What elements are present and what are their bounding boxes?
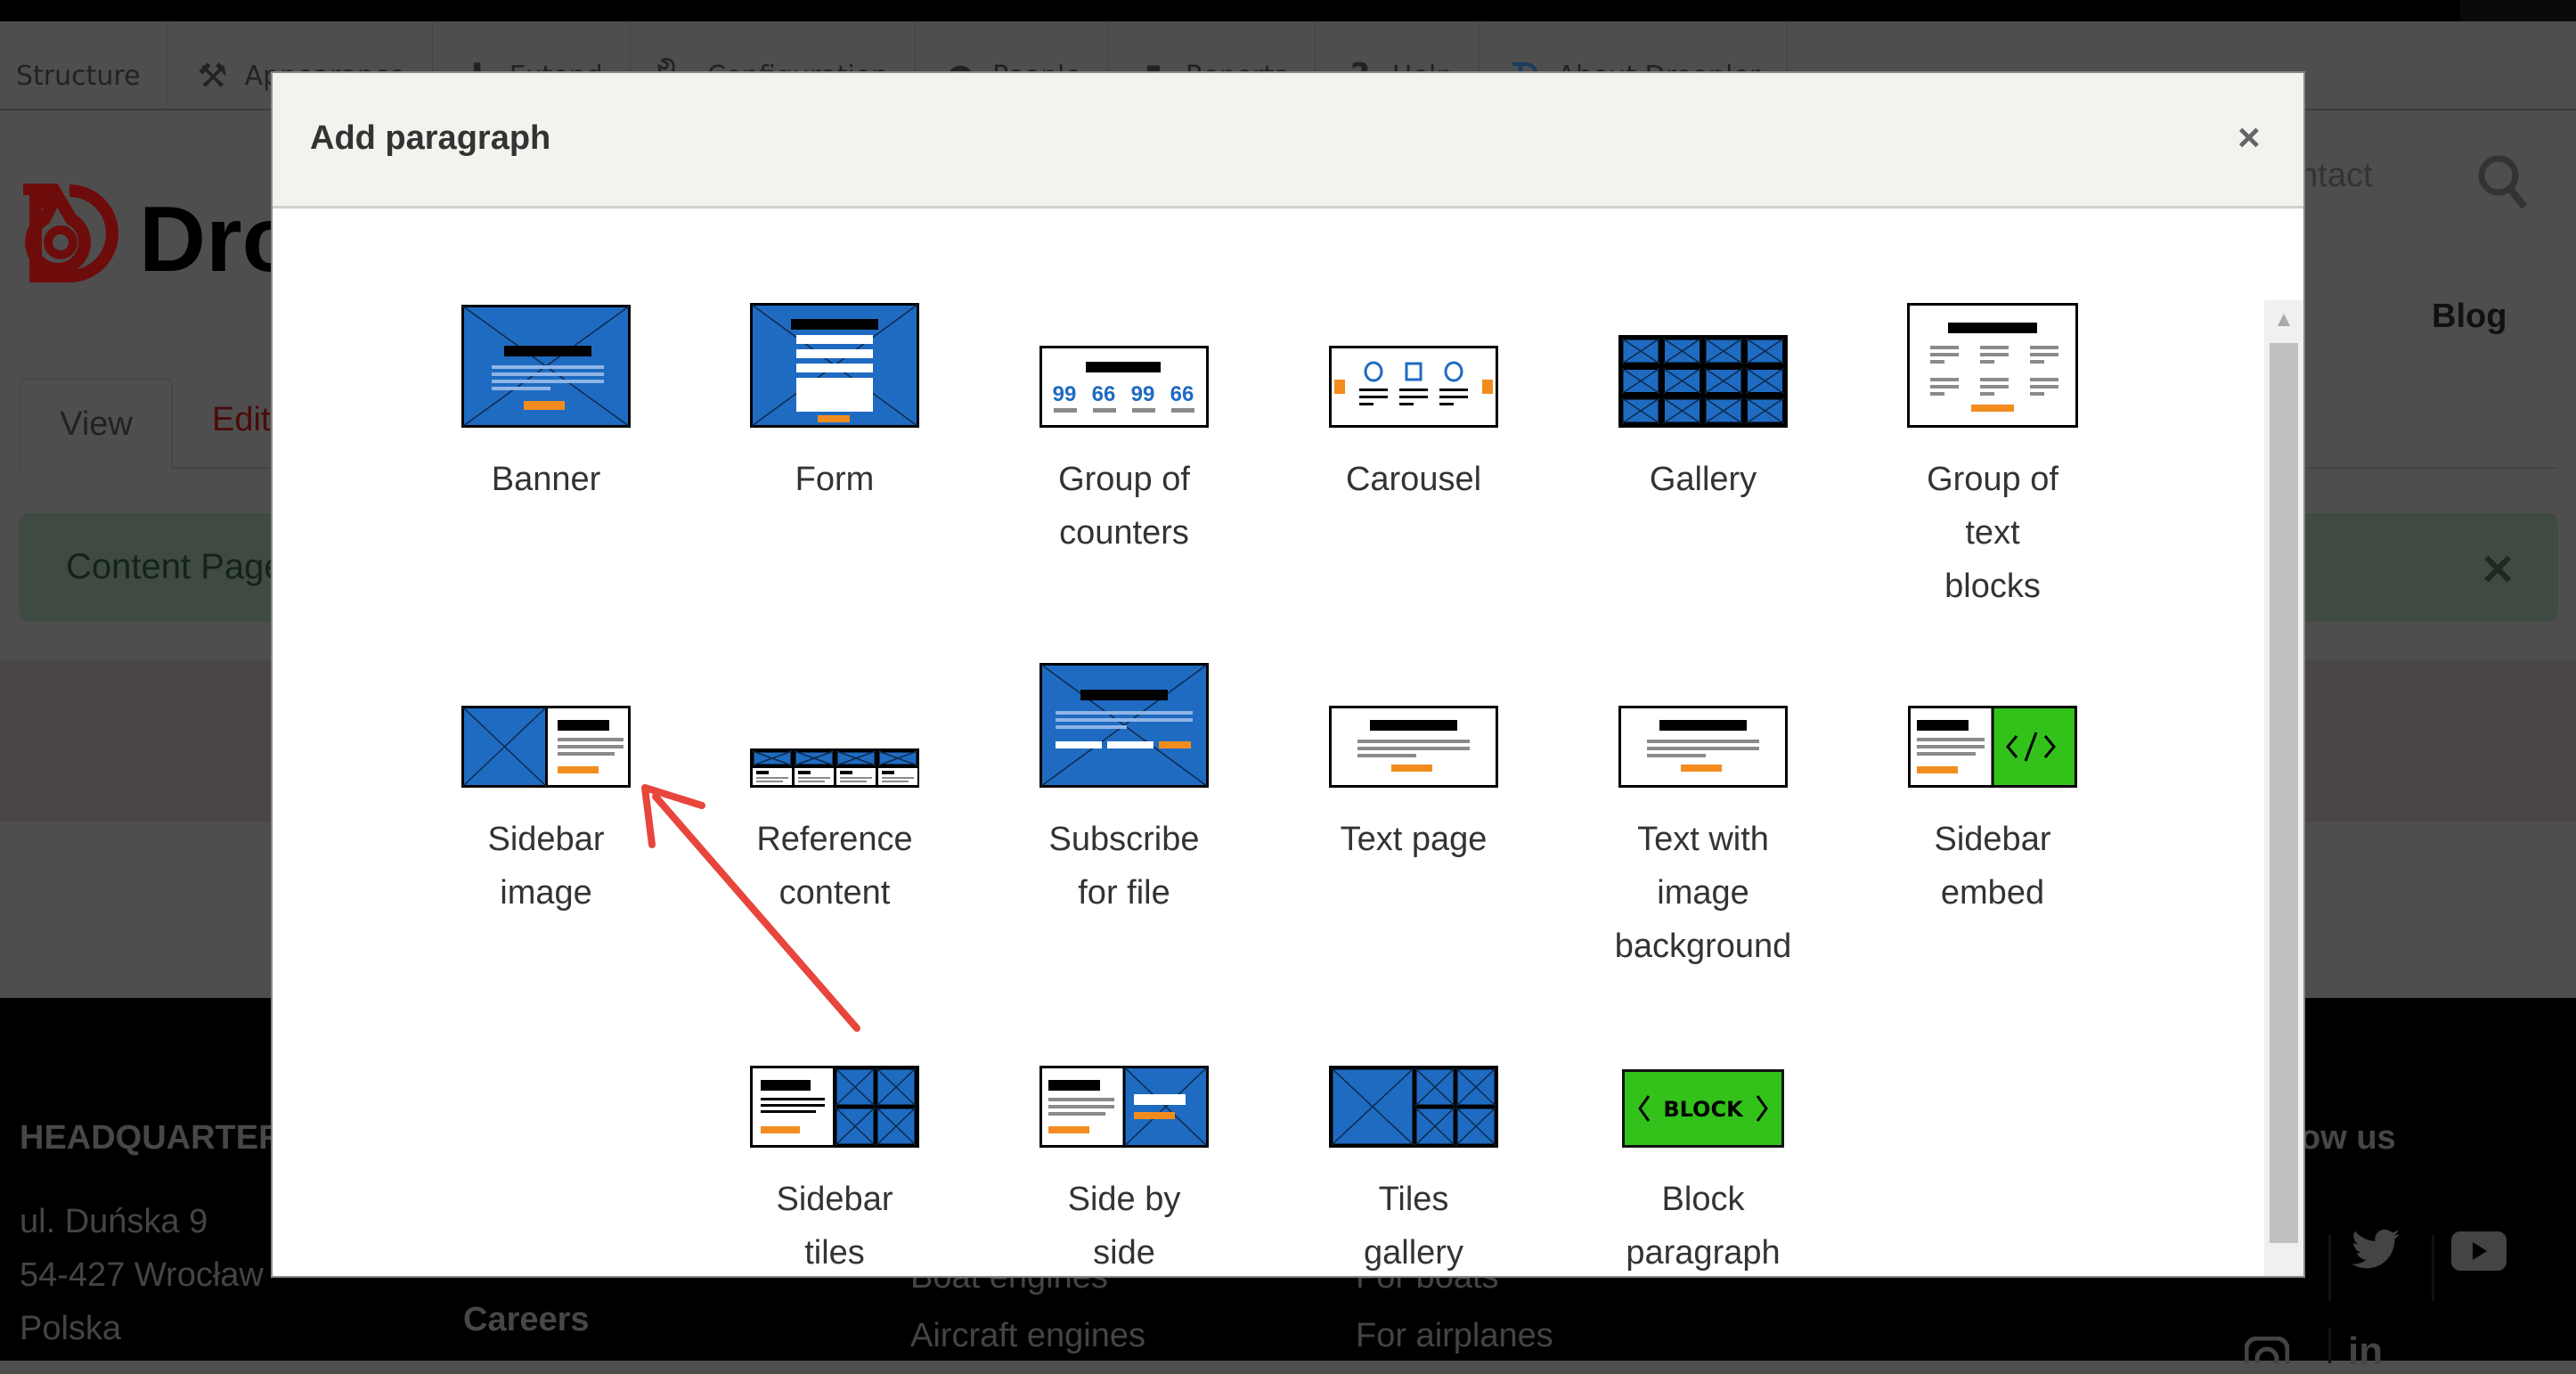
paragraph-type-block[interactable]: BLOCK Block paragraph xyxy=(1596,1069,1810,1276)
svg-text:66: 66 xyxy=(1092,382,1116,406)
paragraph-type-label: Sidebar tiles xyxy=(776,1181,893,1272)
svg-text:99: 99 xyxy=(1053,382,1077,406)
paragraph-type-label: Text page xyxy=(1340,821,1488,858)
textpage-thumbnail-icon xyxy=(1329,706,1498,788)
textbg-thumbnail-icon xyxy=(1618,706,1788,788)
paragraph-type-label: Form xyxy=(795,461,875,498)
tiles-gallery-thumbnail-icon xyxy=(1329,1066,1498,1148)
paragraph-type-gallery[interactable]: Gallery xyxy=(1596,335,1810,633)
paragraph-type-reference[interactable]: Reference content xyxy=(728,748,942,993)
svg-text:BLOCK: BLOCK xyxy=(1663,1097,1744,1122)
paragraph-type-label: Text with image background xyxy=(1614,821,1792,965)
paragraph-type-label: Banner xyxy=(491,461,601,498)
paragraph-type-label: Sidebar image xyxy=(487,821,605,912)
footer-link-aircraft-engines[interactable]: Aircraft engines xyxy=(910,1317,1145,1355)
paragraph-type-sidebar-tiles[interactable]: Sidebar tiles xyxy=(728,1066,942,1276)
block-thumbnail-icon: BLOCK xyxy=(1622,1069,1784,1148)
paragraph-type-banner[interactable]: Banner xyxy=(439,305,653,633)
svg-text:66: 66 xyxy=(1170,382,1194,406)
paragraph-type-textblocks[interactable]: Group of text blocks xyxy=(1886,303,2099,633)
paragraph-type-embed[interactable]: Sidebar embed xyxy=(1886,706,2099,993)
subscribe-thumbnail-icon xyxy=(1039,663,1209,788)
svg-text:99: 99 xyxy=(1131,382,1155,406)
paragraph-type-label: Group of text blocks xyxy=(1927,461,2058,605)
paragraph-type-label: Subscribe for file xyxy=(1048,821,1200,912)
textblocks-thumbnail-icon xyxy=(1907,303,2078,428)
linkedin-icon[interactable]: in xyxy=(2348,1329,2383,1374)
paragraph-type-counters[interactable]: 99 66 99 66 Group of counters xyxy=(1017,346,1231,633)
paragraph-type-label: Group of counters xyxy=(1058,461,1190,552)
paragraph-type-label: Reference content xyxy=(756,821,913,912)
paragraph-type-label: Tiles gallery xyxy=(1364,1181,1463,1272)
paragraph-type-subscribe[interactable]: Subscribe for file xyxy=(1017,663,1231,993)
paragraph-type-form[interactable]: Form xyxy=(728,303,942,633)
sidebar-image-thumbnail-icon xyxy=(461,706,631,788)
embed-thumbnail-icon xyxy=(1908,706,2077,788)
carousel-thumbnail-icon xyxy=(1329,346,1498,428)
paragraph-type-textpage[interactable]: Text page xyxy=(1307,706,1520,993)
footer-link-for-airplanes[interactable]: For airplanes xyxy=(1356,1317,1553,1355)
paragraph-type-carousel[interactable]: Carousel xyxy=(1307,346,1520,633)
footer-address-line: Polska xyxy=(20,1310,122,1347)
paragraph-type-label: Side by side xyxy=(1067,1181,1181,1272)
side-by-side-thumbnail-icon xyxy=(1039,1066,1209,1148)
form-thumbnail-icon xyxy=(750,303,919,428)
footer-link-careers[interactable]: Careers xyxy=(463,1301,590,1339)
banner-thumbnail-icon xyxy=(461,305,631,428)
social-divider xyxy=(2328,1328,2331,1363)
counters-thumbnail-icon: 99 66 99 66 xyxy=(1039,346,1209,428)
paragraph-type-sidebar-image[interactable]: Sidebar image xyxy=(439,706,653,993)
instagram-icon[interactable] xyxy=(2245,1337,2289,1363)
paragraph-type-label: Block paragraph xyxy=(1626,1181,1781,1272)
paragraph-type-label: Gallery xyxy=(1649,461,1757,498)
paragraph-type-tiles-gallery[interactable]: Tiles gallery xyxy=(1307,1066,1520,1276)
paragraph-type-side-by-side[interactable]: Side by side xyxy=(1017,1066,1231,1276)
paragraph-type-label: Carousel xyxy=(1345,461,1482,498)
sidebar-tiles-thumbnail-icon xyxy=(750,1066,919,1148)
gallery-thumbnail-icon xyxy=(1618,335,1788,428)
paragraph-type-textbg[interactable]: Text with image background xyxy=(1596,706,1810,993)
paragraph-type-label: Sidebar embed xyxy=(1934,821,2051,912)
reference-thumbnail-icon xyxy=(750,748,919,788)
